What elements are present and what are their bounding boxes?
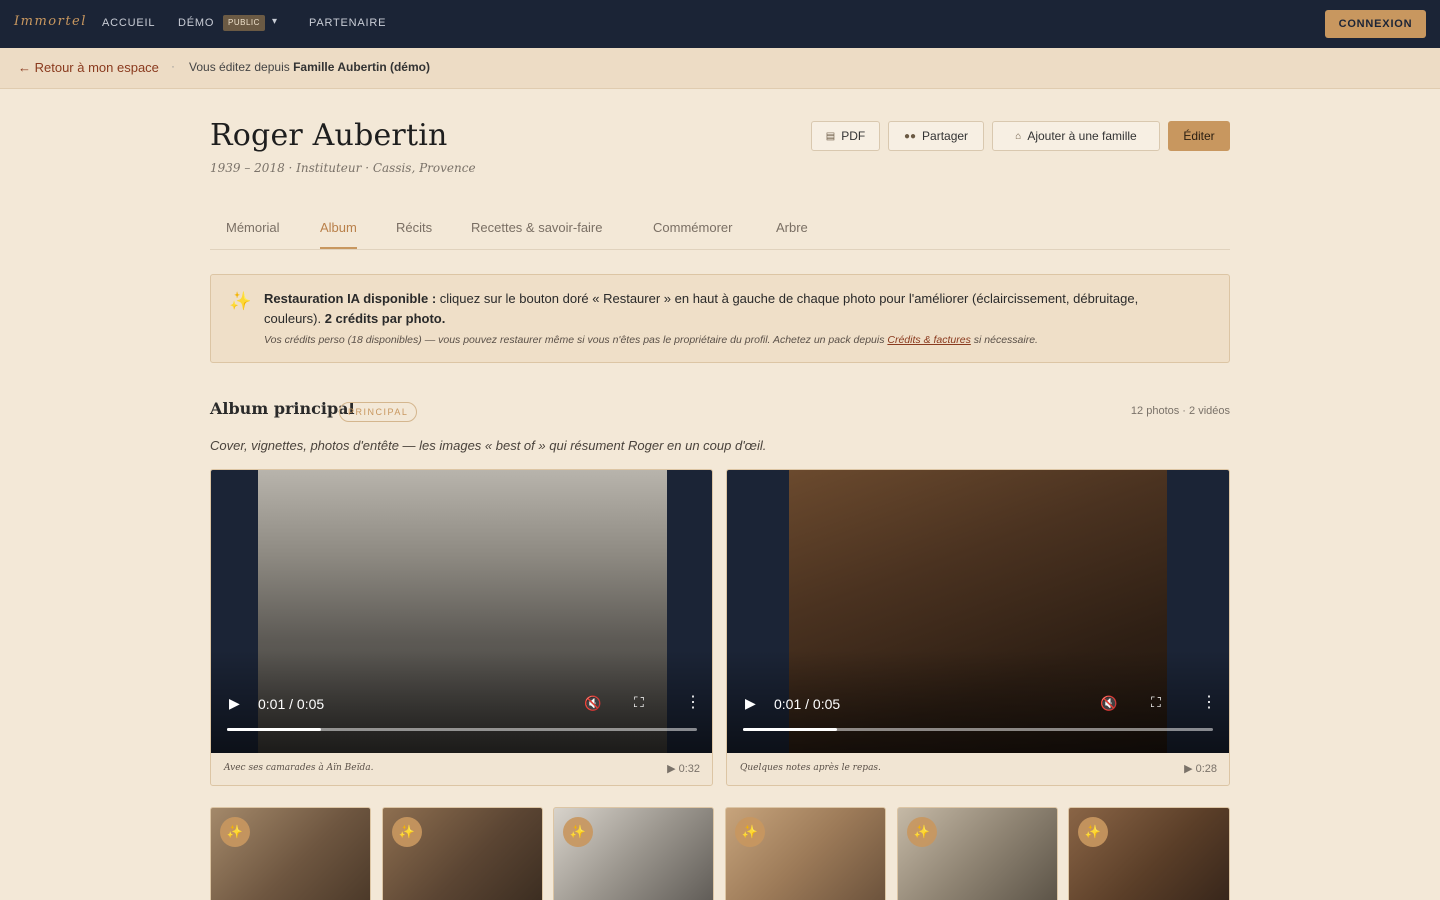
back-to-space-link[interactable]: ← Retour à mon espace — [18, 60, 159, 75]
album-count: 12 photos · 2 vidéos — [1130, 405, 1230, 417]
photo-thumbnail[interactable]: ✨ — [553, 807, 714, 900]
notice-main-text: Restauration IA disponible : cliquez sur… — [264, 289, 1194, 329]
restore-sparkle-icon[interactable]: ✨ — [735, 817, 765, 847]
restore-sparkle-icon[interactable]: ✨ — [392, 817, 422, 847]
notice-sub-part1: Vos crédits perso (18 disponibles) — vou… — [264, 334, 888, 346]
pdf-button-label: PDF — [841, 129, 866, 143]
edit-button[interactable]: Éditer — [1168, 121, 1230, 151]
play-icon[interactable]: ▶ — [745, 695, 756, 712]
photo-thumbnail[interactable]: ✨ — [382, 807, 543, 900]
video-caption: Quelques notes après le repas. — [740, 763, 881, 773]
pdf-button[interactable]: ▤ PDF — [811, 121, 880, 151]
mute-icon[interactable]: 🔇 — [1100, 695, 1117, 712]
login-button[interactable]: CONNEXION — [1325, 10, 1426, 38]
nav-partenaire[interactable]: PARTENAIRE — [309, 17, 386, 29]
restore-sparkle-icon[interactable]: ✨ — [1078, 817, 1108, 847]
fullscreen-icon[interactable]: ⛶ — [1151, 694, 1161, 711]
video-duration: ▶ 0:32 — [667, 763, 700, 775]
nav-accueil[interactable]: ACCUEIL — [102, 17, 155, 29]
share-button[interactable]: ●● Partager — [888, 121, 984, 151]
nav-demo[interactable]: DÉMO — [178, 17, 214, 29]
mute-icon[interactable]: 🔇 — [584, 695, 601, 712]
album-title: Album principal — [210, 399, 355, 418]
credits-invoices-link[interactable]: Crédits & factures — [887, 334, 970, 346]
top-navigation: Immortel ACCUEIL DÉMO PUBLIC ▾ PARTENAIR… — [0, 0, 1440, 48]
page-title: Roger Aubertin — [210, 118, 448, 153]
ai-restoration-notice: ✨ Restauration IA disponible : cliquez s… — [210, 274, 1230, 363]
restore-sparkle-icon[interactable]: ✨ — [907, 817, 937, 847]
tab-album[interactable]: Album — [320, 220, 357, 249]
demo-public-badge: PUBLIC — [223, 15, 265, 31]
editing-from-text: Vous éditez depuis Famille Aubertin (dém… — [189, 60, 430, 74]
add-to-family-button[interactable]: ⌂ Ajouter à une famille — [992, 121, 1160, 151]
editing-from-prefix: Vous éditez depuis — [189, 60, 294, 74]
sparkles-icon: ✨ — [229, 291, 252, 311]
photo-thumbnail[interactable]: ✨ — [725, 807, 886, 900]
play-icon[interactable]: ▶ — [229, 695, 240, 712]
video-progress-track[interactable] — [227, 728, 697, 731]
more-options-icon[interactable]: ⋮ — [1201, 692, 1217, 712]
editing-family-name: Famille Aubertin (démo) — [293, 60, 430, 74]
chevron-down-icon[interactable]: ▾ — [272, 16, 277, 27]
notice-sub-part2: si nécessaire. — [970, 334, 1038, 346]
notice-credits: 2 crédits par photo. — [324, 311, 446, 326]
person-meta: 1939 – 2018 · Instituteur · Cassis, Prov… — [210, 161, 476, 175]
restore-sparkle-icon[interactable]: ✨ — [220, 817, 250, 847]
video-player[interactable]: ▶ 0:01 / 0:05 🔇 ⛶ ⋮ — [727, 470, 1229, 753]
restore-sparkle-icon[interactable]: ✨ — [563, 817, 593, 847]
video-card: ▶ 0:01 / 0:05 🔇 ⛶ ⋮ Avec ses camarades à… — [210, 469, 713, 786]
more-options-icon[interactable]: ⋮ — [685, 692, 701, 712]
album-description: Cover, vignettes, photos d'entête — les … — [210, 438, 767, 453]
brand-logo[interactable]: Immortel — [14, 14, 87, 29]
document-icon: ▤ — [825, 130, 836, 142]
people-icon: ●● — [903, 130, 917, 142]
fullscreen-icon[interactable]: ⛶ — [634, 694, 644, 711]
tab-recettes[interactable]: Recettes & savoir-faire — [471, 220, 603, 247]
album-principal-badge: PRINCIPAL — [339, 402, 418, 422]
photo-thumbnail[interactable]: ✨ — [1068, 807, 1230, 900]
video-progress-fill — [227, 728, 321, 731]
tab-memorial[interactable]: Mémorial — [226, 220, 279, 247]
tab-commemorer[interactable]: Commémorer — [653, 220, 732, 247]
video-progress-fill — [743, 728, 837, 731]
video-time: 0:01 / 0:05 — [258, 696, 325, 712]
house-icon: ⌂ — [1015, 130, 1022, 142]
share-button-label: Partager — [922, 129, 969, 143]
separator-dot: · — [171, 59, 175, 73]
photo-thumbnail[interactable]: ✨ — [210, 807, 371, 900]
tab-recits[interactable]: Récits — [396, 220, 432, 247]
video-card: ▶ 0:01 / 0:05 🔇 ⛶ ⋮ Quelques notes après… — [726, 469, 1230, 786]
notice-title: Restauration IA disponible : — [264, 291, 437, 306]
video-player[interactable]: ▶ 0:01 / 0:05 🔇 ⛶ ⋮ — [211, 470, 712, 753]
video-caption: Avec ses camarades à Aïn Beïda. — [224, 763, 374, 773]
video-time: 0:01 / 0:05 — [774, 696, 841, 712]
notice-sub-text: Vos crédits perso (18 disponibles) — vou… — [264, 334, 1214, 346]
tab-arbre[interactable]: Arbre — [776, 220, 808, 247]
video-duration: ▶ 0:28 — [1184, 763, 1217, 775]
editing-context-bar: ← Retour à mon espace · Vous éditez depu… — [0, 48, 1440, 89]
photo-thumbnail[interactable]: ✨ — [897, 807, 1058, 900]
profile-tabs: Mémorial Album Récits Recettes & savoir-… — [210, 212, 1230, 250]
add-to-family-label: Ajouter à une famille — [1027, 129, 1137, 143]
video-progress-track[interactable] — [743, 728, 1213, 731]
